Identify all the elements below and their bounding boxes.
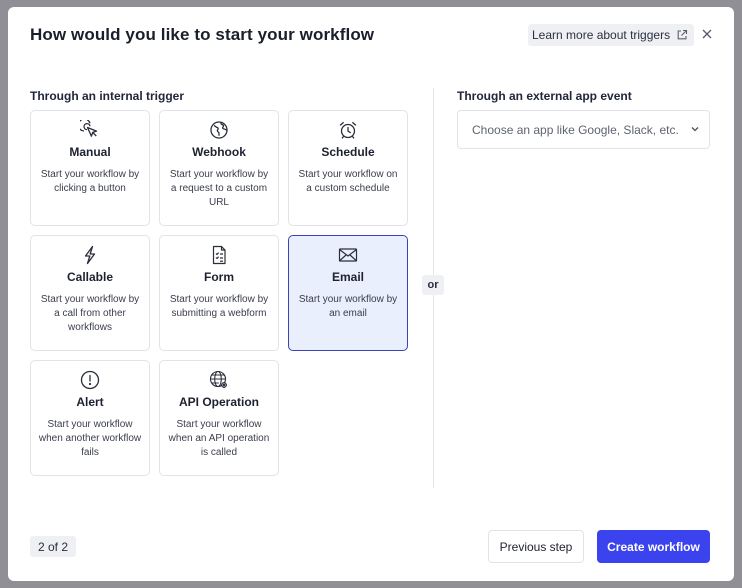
trigger-dialog: How would you like to start your workflo…	[8, 7, 734, 581]
trigger-title: Form	[204, 270, 234, 284]
globe-icon	[209, 120, 229, 140]
trigger-card-form[interactable]: Form Start your workflow by submitting a…	[159, 235, 279, 351]
app-select-placeholder: Choose an app like Google, Slack, etc.	[472, 122, 679, 137]
alert-circle-icon	[80, 370, 100, 390]
lightning-icon	[80, 245, 100, 265]
trigger-title: Manual	[69, 145, 111, 159]
learn-more-label: Learn more about triggers	[532, 28, 671, 42]
form-document-icon	[209, 245, 229, 265]
chevron-down-icon	[690, 121, 700, 139]
trigger-card-callable[interactable]: Callable Start your workflow by a call f…	[30, 235, 150, 351]
trigger-card-manual[interactable]: Manual Start your workflow by clicking a…	[30, 110, 150, 226]
learn-more-link[interactable]: Learn more about triggers	[528, 24, 695, 46]
trigger-description: Start your workflow when another workflo…	[38, 419, 142, 458]
or-separator: or	[422, 275, 444, 295]
app-select-dropdown[interactable]: Choose an app like Google, Slack, etc.	[457, 110, 710, 149]
create-workflow-button[interactable]: Create workflow	[597, 530, 710, 563]
dialog-title: How would you like to start your workflo…	[30, 25, 375, 44]
trigger-card-api-operation[interactable]: API Operation Start your workflow when a…	[159, 360, 279, 476]
trigger-title: Schedule	[321, 145, 375, 159]
internal-trigger-label: Through an internal trigger	[30, 89, 185, 103]
trigger-description: Start your workflow by submitting a webf…	[169, 294, 269, 319]
step-indicator: 2 of 2	[30, 536, 77, 557]
trigger-card-schedule[interactable]: Schedule Start your workflow on a custom…	[288, 110, 408, 226]
external-link-icon	[676, 29, 688, 41]
trigger-grid: Manual Start your workflow by clicking a…	[30, 110, 408, 476]
trigger-description: Start your workflow by a request to a cu…	[169, 169, 269, 208]
trigger-title: API Operation	[178, 395, 259, 409]
previous-step-button[interactable]: Previous step	[488, 530, 584, 563]
trigger-description: Start your workflow by an email	[298, 294, 398, 319]
alarm-clock-icon	[338, 120, 358, 140]
trigger-title: Alert	[76, 395, 104, 409]
trigger-card-alert[interactable]: Alert Start your workflow when another w…	[30, 360, 150, 476]
trigger-description: Start your workflow by clicking a button	[40, 169, 140, 194]
pointer-click-icon	[80, 120, 100, 140]
envelope-icon	[338, 245, 358, 265]
trigger-description: Start your workflow on a custom schedule	[298, 169, 398, 194]
trigger-title: Callable	[66, 270, 114, 284]
trigger-title: Email	[331, 270, 364, 284]
trigger-description: Start your workflow by a call from other…	[40, 294, 140, 333]
trigger-card-webhook[interactable]: Webhook Start your workflow by a request…	[159, 110, 279, 226]
api-globe-icon	[209, 370, 229, 390]
trigger-title: Webhook	[192, 145, 246, 159]
close-icon	[702, 29, 712, 39]
close-button[interactable]	[698, 25, 716, 43]
external-event-label: Through an external app event	[457, 89, 632, 103]
trigger-card-email[interactable]: Email Start your workflow by an email	[288, 235, 408, 351]
trigger-description: Start your workflow when an API operatio…	[168, 419, 270, 458]
